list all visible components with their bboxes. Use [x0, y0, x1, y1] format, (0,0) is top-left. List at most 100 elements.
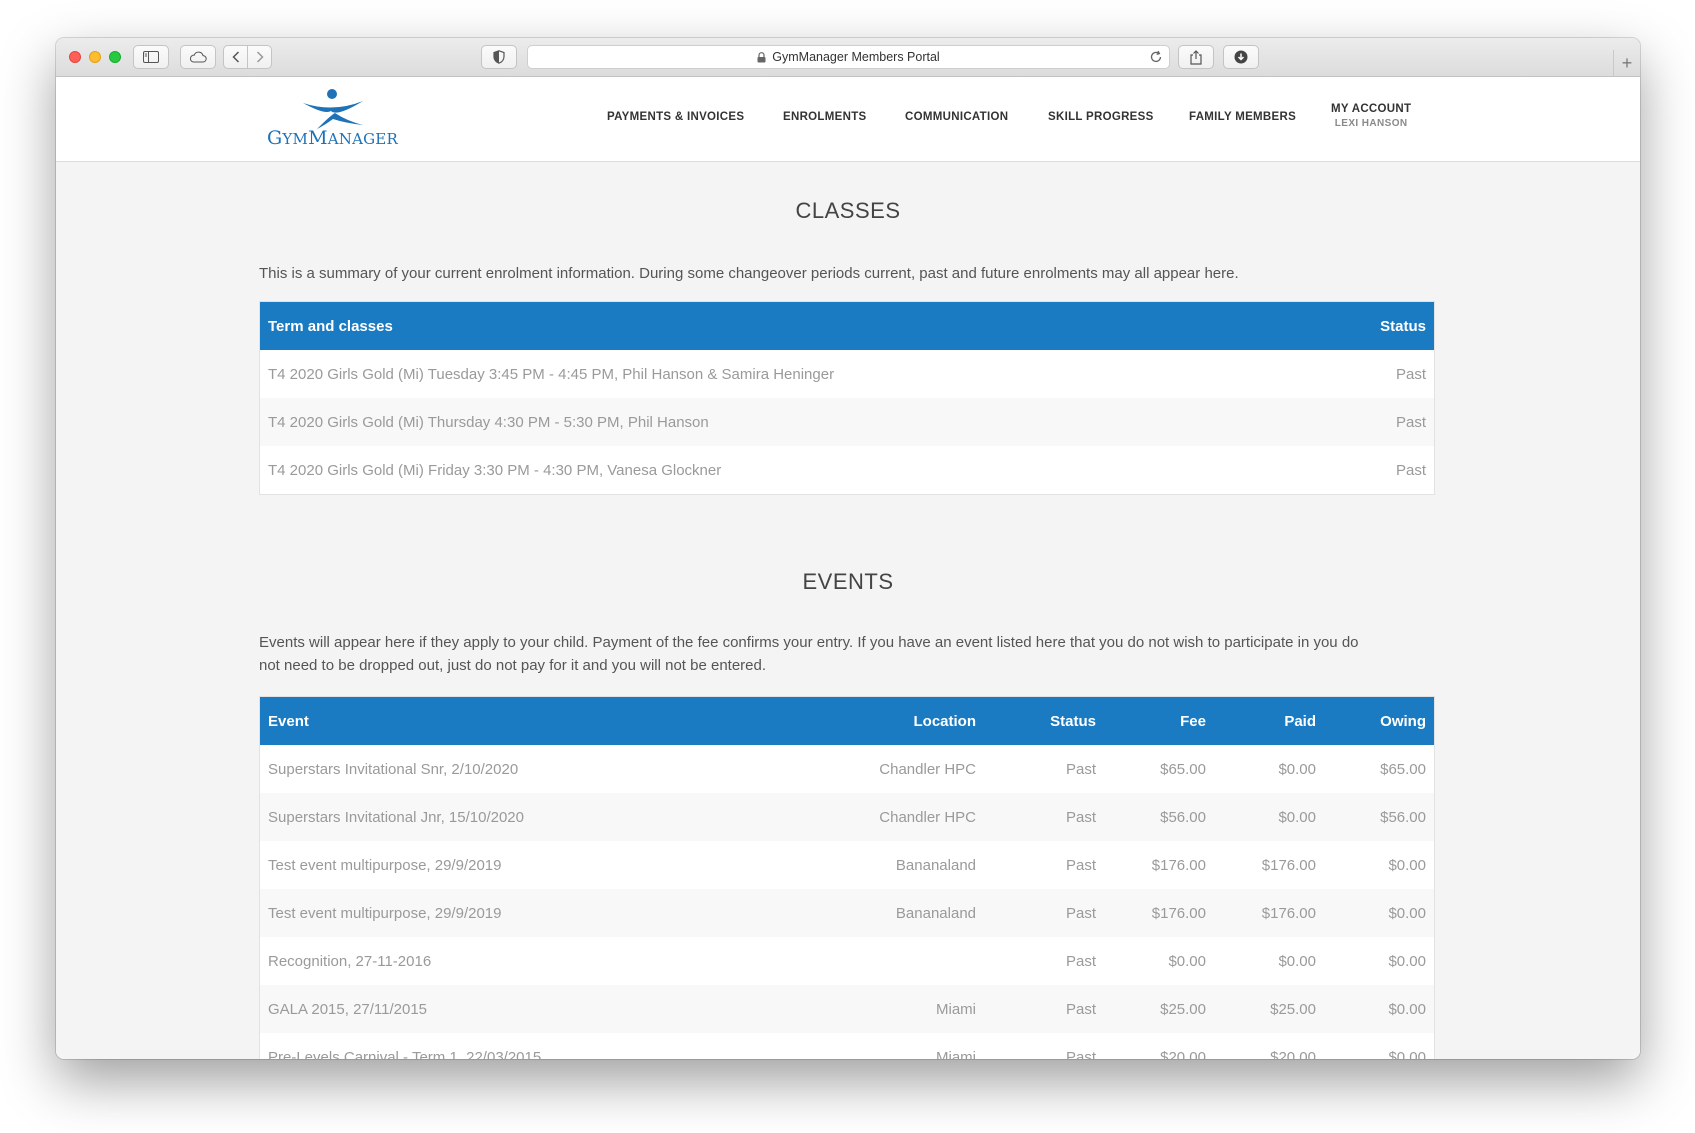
class-term-cell: T4 2020 Girls Gold (Mi) Tuesday 3:45 PM …: [268, 365, 835, 383]
share-button[interactable]: [1178, 45, 1214, 69]
event-status-cell: Past: [1065, 952, 1096, 970]
table-row: Test event multipurpose, 29/9/2019 Banan…: [260, 841, 1435, 889]
zoom-window-button[interactable]: [109, 51, 121, 63]
event-fee-cell: $176.00: [1151, 856, 1206, 874]
sidebar-icon: [143, 51, 159, 63]
address-text: GymManager Members Portal: [772, 50, 940, 64]
cloud-icon: [189, 51, 207, 63]
main-nav: PAYMENTS & INVOICES ENROLMENTS COMMUNICA…: [56, 77, 1640, 161]
event-location-cell: Miami: [936, 1048, 976, 1060]
event-paid-cell: $20.00: [1270, 1048, 1316, 1060]
event-owing-cell: $0.00: [1388, 856, 1426, 874]
event-status-cell: Past: [1065, 856, 1096, 874]
nav-communication[interactable]: COMMUNICATION: [905, 111, 1008, 123]
classes-header-row: Term and classes Status: [259, 301, 1435, 350]
event-fee-cell: $25.00: [1104, 985, 1214, 1033]
event-location-cell: Chandler HPC: [836, 793, 984, 841]
col-location: Location: [836, 696, 984, 745]
event-paid-cell: $0.00: [1214, 793, 1324, 841]
col-fee: Fee: [1104, 696, 1214, 745]
sidebar-toggle-button[interactable]: [133, 45, 169, 69]
classes-title: CLASSES: [795, 198, 901, 223]
table-row: Superstars Invitational Jnr, 15/10/2020 …: [259, 793, 1435, 841]
reload-icon[interactable]: [1149, 50, 1163, 64]
event-status-cell: Past: [984, 985, 1104, 1033]
col-event: Event: [259, 696, 836, 745]
minimize-window-button[interactable]: [89, 51, 101, 63]
page-content: CLASSES This is a summary of your curren…: [56, 162, 1640, 1059]
table-row: Superstars Invitational Snr, 2/10/2020 C…: [260, 745, 1435, 793]
table-row: Pre-Levels Carnival - Term 1, 22/03/2015…: [260, 1033, 1435, 1060]
event-paid-cell: $25.00: [1214, 985, 1324, 1033]
class-status-cell: Past: [1395, 461, 1426, 479]
event-name-cell: Pre-Levels Carnival - Term 1, 22/03/2015: [268, 1048, 542, 1060]
events-title: EVENTS: [802, 569, 894, 594]
class-term-cell: T4 2020 Girls Gold (Mi) Friday 3:30 PM -…: [268, 461, 722, 479]
nav-enrolments[interactable]: ENROLMENTS: [783, 111, 867, 123]
classes-intro: This is a summary of your current enrolm…: [259, 265, 1239, 282]
event-paid-cell: $176.00: [1261, 856, 1316, 874]
event-name-cell: Test event multipurpose, 29/9/2019: [268, 856, 502, 874]
lock-icon: [757, 51, 766, 63]
nav-skill-progress[interactable]: SKILL PROGRESS: [1048, 111, 1154, 123]
nav-payments-invoices[interactable]: PAYMENTS & INVOICES: [607, 111, 744, 123]
class-term-cell: T4 2020 Girls Gold (Mi) Thursday 4:30 PM…: [259, 398, 1321, 446]
share-icon: [1190, 49, 1202, 65]
events-table: Event Location Status Fee Paid Owing Sup…: [259, 696, 1435, 1059]
new-tab-button[interactable]: +: [1613, 50, 1640, 76]
table-row: GALA 2015, 27/11/2015 Miami Past $25.00 …: [259, 985, 1435, 1033]
event-paid-cell: $0.00: [1278, 760, 1316, 778]
forward-button[interactable]: [247, 45, 272, 69]
event-owing-cell: $0.00: [1324, 985, 1435, 1033]
event-owing-cell: $0.00: [1324, 889, 1435, 937]
event-fee-cell: $65.00: [1160, 760, 1206, 778]
event-name-cell: GALA 2015, 27/11/2015: [259, 985, 836, 1033]
col-status: Status: [1320, 301, 1435, 350]
account-label: MY ACCOUNT: [1331, 103, 1412, 115]
col-status: Status: [984, 696, 1104, 745]
event-status-cell: Past: [1065, 760, 1096, 778]
chevron-right-icon: [256, 51, 264, 63]
classes-table: Term and classes Status T4 2020 Girls Go…: [259, 301, 1435, 495]
shield-icon: [493, 50, 505, 64]
nav-family-members[interactable]: FAMILY MEMBERS: [1189, 111, 1296, 123]
event-name-cell: Superstars Invitational Jnr, 15/10/2020: [259, 793, 836, 841]
event-status-cell: Past: [984, 889, 1104, 937]
back-button[interactable]: [223, 45, 248, 69]
table-row: T4 2020 Girls Gold (Mi) Tuesday 3:45 PM …: [260, 350, 1435, 398]
plus-icon: +: [1621, 52, 1633, 73]
downloads-button[interactable]: [1223, 45, 1259, 69]
event-fee-cell: $20.00: [1160, 1048, 1206, 1060]
download-icon: [1234, 50, 1248, 64]
close-window-button[interactable]: [69, 51, 81, 63]
event-location-cell: [836, 937, 984, 985]
event-name-cell: Test event multipurpose, 29/9/2019: [259, 889, 836, 937]
event-location-cell: Miami: [836, 985, 984, 1033]
event-owing-cell: $56.00: [1324, 793, 1435, 841]
event-name-cell: Recognition, 27-11-2016: [268, 952, 432, 970]
privacy-report-button[interactable]: [481, 45, 517, 69]
chevron-left-icon: [231, 51, 239, 63]
account-username: LEXI HANSON: [1334, 118, 1408, 129]
event-status-cell: Past: [984, 793, 1104, 841]
icloud-tabs-button[interactable]: [180, 45, 216, 69]
event-location-cell: Chandler HPC: [879, 760, 976, 778]
col-term-classes: Term and classes: [259, 301, 1321, 350]
table-row: Test event multipurpose, 29/9/2019 Banan…: [259, 889, 1435, 937]
site-header: GYMMANAGER PAYMENTS & INVOICES ENROLMENT…: [56, 77, 1640, 162]
nav-my-account[interactable]: MY ACCOUNT LEXI HANSON: [1331, 103, 1411, 129]
address-bar[interactable]: GymManager Members Portal: [527, 45, 1170, 69]
col-owing: Owing: [1324, 696, 1435, 745]
browser-toolbar: GymManager Members Portal +: [56, 38, 1640, 77]
event-location-cell: Bananaland: [895, 856, 976, 874]
event-name-cell: Superstars Invitational Snr, 2/10/2020: [268, 760, 519, 778]
event-status-cell: Past: [1065, 1048, 1096, 1060]
table-row: T4 2020 Girls Gold (Mi) Thursday 4:30 PM…: [259, 398, 1435, 446]
event-owing-cell: $0.00: [1388, 952, 1426, 970]
event-fee-cell: $176.00: [1104, 889, 1214, 937]
event-paid-cell: $176.00: [1214, 889, 1324, 937]
events-header-row: Event Location Status Fee Paid Owing: [259, 696, 1435, 745]
col-paid: Paid: [1214, 696, 1324, 745]
browser-window: GymManager Members Portal + GYMMANAGER P…: [56, 38, 1640, 1059]
class-status-cell: Past: [1320, 398, 1435, 446]
